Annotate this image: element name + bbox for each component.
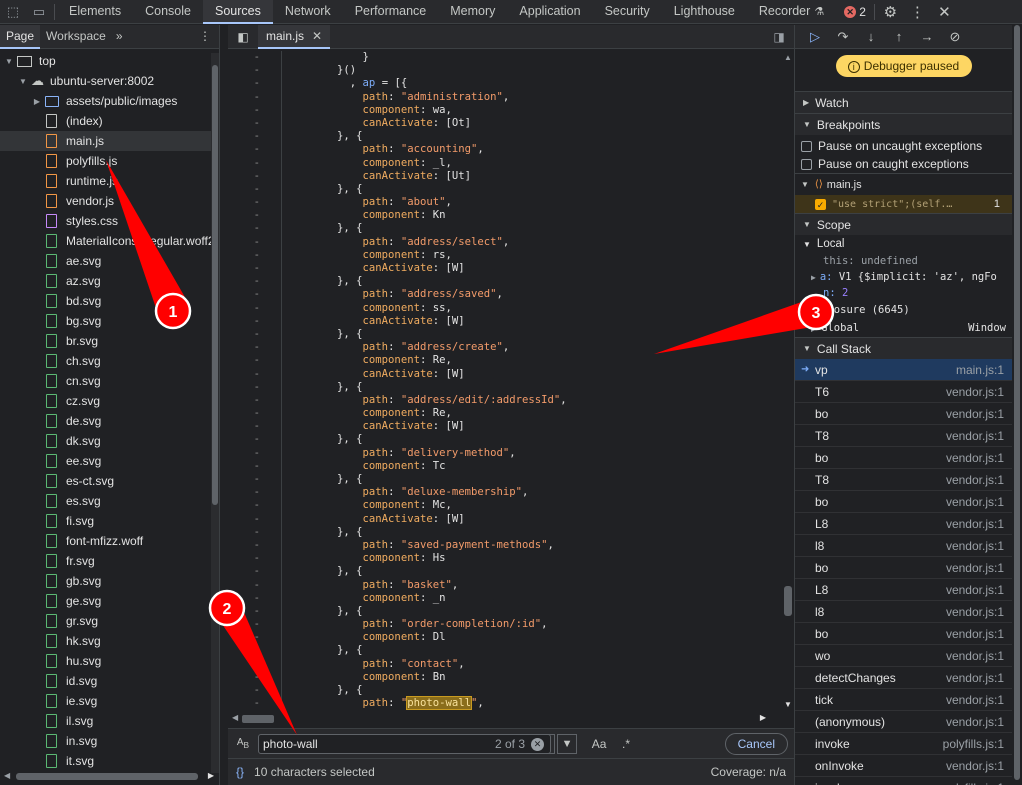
annotation-arrow-1: 1 [106,160,192,330]
annotation-arrow-2: 2 [208,589,297,735]
annotation-arrow-3: 3 [654,293,835,354]
annotation-label-2: 2 [223,601,232,618]
annotation-label-1: 1 [169,304,178,321]
annotation-overlay: 1 2 3 [106,160,835,735]
annotation-label-3: 3 [812,305,821,322]
